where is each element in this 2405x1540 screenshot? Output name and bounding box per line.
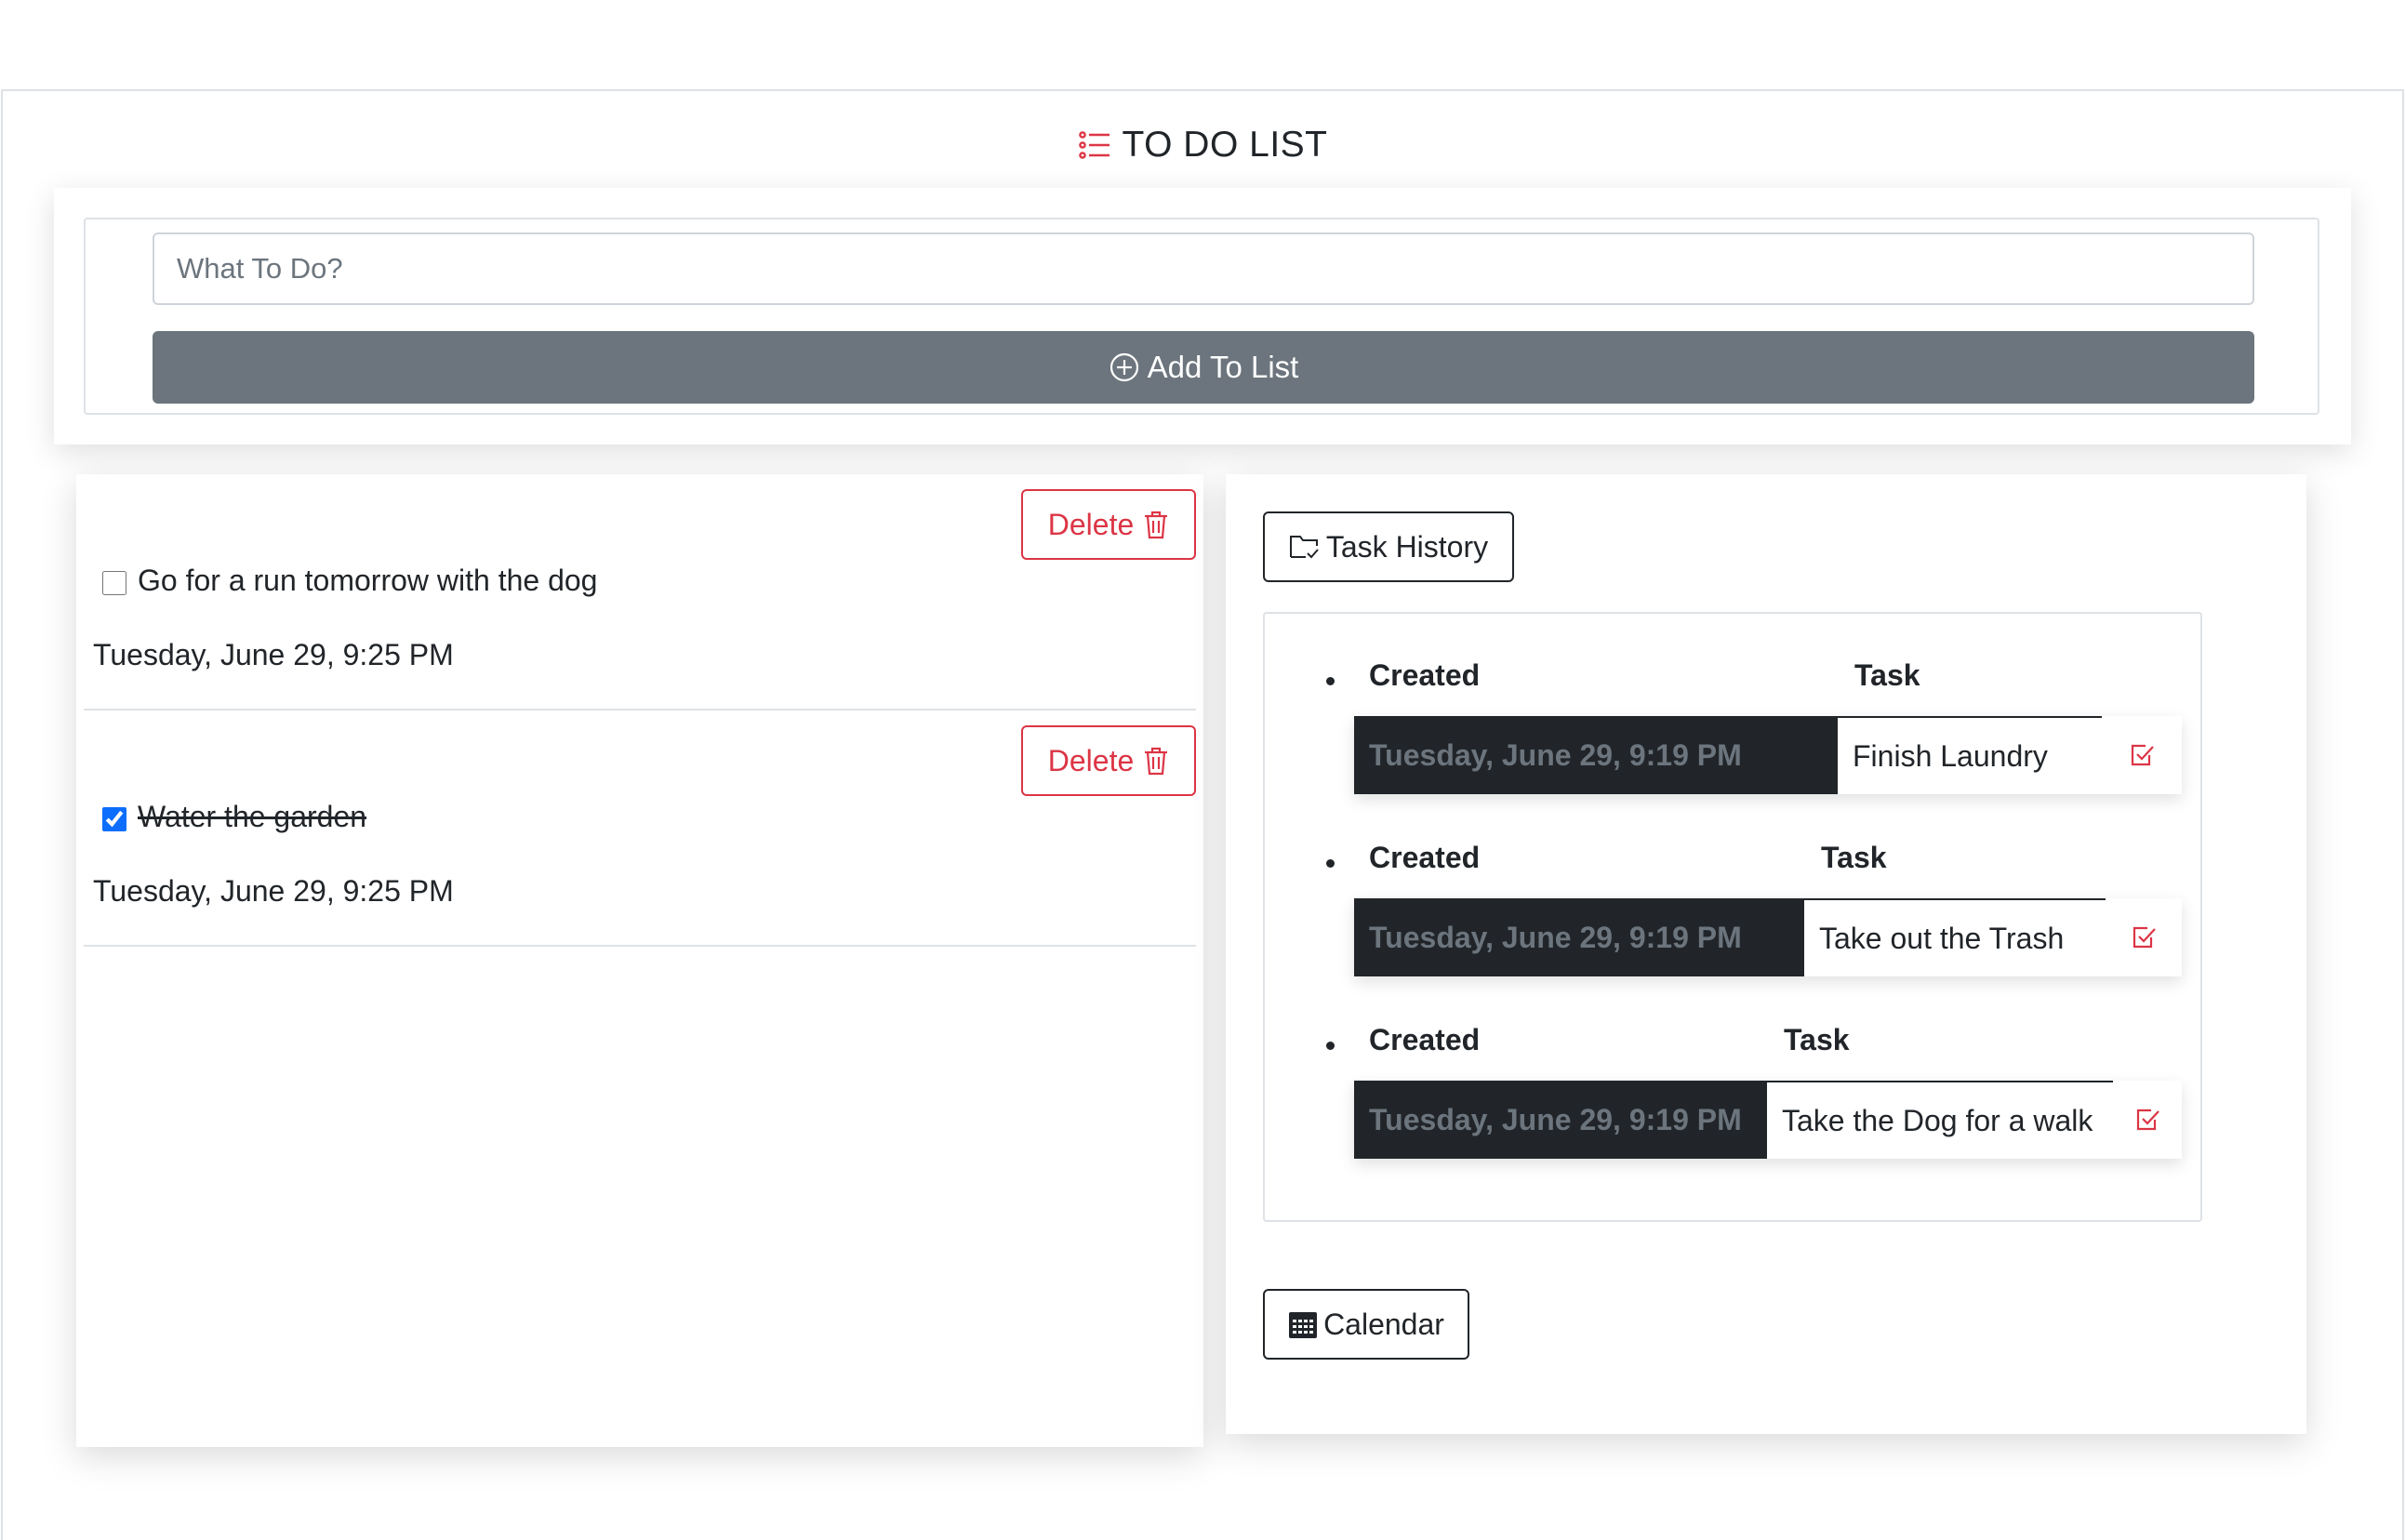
add-to-list-button[interactable]: Add To List bbox=[153, 331, 2254, 404]
created-header: Created bbox=[1369, 1023, 1481, 1056]
history-row: Tuesday, June 29, 9:19 PM Take the Dog f… bbox=[1354, 1081, 2182, 1159]
add-task-panel: Add To List bbox=[54, 188, 2351, 445]
history-task: Take out the Trash bbox=[1804, 898, 2106, 976]
task-date: Tuesday, June 29, 9:25 PM bbox=[93, 874, 454, 908]
task-checkbox[interactable] bbox=[102, 807, 126, 831]
history-entry: Created Task Tuesday, June 29, 9:19 PM T… bbox=[1265, 796, 2204, 976]
page-title: TO DO LIST bbox=[0, 119, 2405, 171]
task-list: Delete Go for a run tomorrow with the do… bbox=[76, 474, 1203, 1447]
task-checkbox[interactable] bbox=[102, 571, 126, 595]
history-created: Tuesday, June 29, 9:19 PM bbox=[1354, 1081, 1767, 1159]
task-item: Delete Water the garden Tuesday, June 29… bbox=[84, 710, 1196, 947]
trash-icon bbox=[1143, 510, 1169, 539]
todo-input[interactable] bbox=[153, 232, 2254, 305]
folder-check-icon bbox=[1289, 533, 1321, 561]
calendar-icon bbox=[1288, 1309, 1318, 1339]
delete-label: Delete bbox=[1047, 743, 1135, 777]
history-created: Tuesday, June 29, 9:19 PM bbox=[1354, 898, 1804, 976]
task-text: Go for a run tomorrow with the dog bbox=[138, 564, 598, 597]
check-square-icon[interactable] bbox=[2113, 1081, 2182, 1159]
history-created: Tuesday, June 29, 9:19 PM bbox=[1354, 716, 1838, 794]
created-header: Created bbox=[1369, 658, 1481, 692]
task-header: Task bbox=[1854, 658, 1920, 692]
bullet bbox=[1326, 677, 1335, 685]
delete-button[interactable]: Delete bbox=[1021, 489, 1196, 560]
history-row: Tuesday, June 29, 9:19 PM Take out the T… bbox=[1354, 898, 2182, 976]
history-entry: Created Task Tuesday, June 29, 9:19 PM F… bbox=[1265, 614, 2204, 794]
check-square-icon[interactable] bbox=[2102, 716, 2182, 794]
history-task: Take the Dog for a walk bbox=[1767, 1081, 2113, 1159]
task-date: Tuesday, June 29, 9:25 PM bbox=[93, 638, 454, 671]
created-header: Created bbox=[1369, 841, 1481, 874]
history-list: Created Task Tuesday, June 29, 9:19 PM F… bbox=[1263, 612, 2202, 1222]
task-text: Water the garden bbox=[138, 800, 367, 833]
add-task-form: Add To List bbox=[84, 218, 2319, 415]
calendar-button[interactable]: Calendar bbox=[1263, 1289, 1469, 1360]
add-to-list-label: Add To List bbox=[1147, 350, 1299, 384]
calendar-label: Calendar bbox=[1323, 1307, 1444, 1341]
task-history-button[interactable]: Task History bbox=[1263, 511, 1514, 582]
plus-circle-icon bbox=[1109, 352, 1140, 383]
trash-icon bbox=[1143, 746, 1169, 776]
check-square-icon[interactable] bbox=[2106, 898, 2182, 976]
history-panel: Task History Created Task Tuesday, June … bbox=[1226, 474, 2306, 1434]
history-task: Finish Laundry bbox=[1838, 716, 2102, 794]
history-entry: Created Task Tuesday, June 29, 9:19 PM T… bbox=[1265, 978, 2204, 1159]
task-item: Delete Go for a run tomorrow with the do… bbox=[84, 474, 1196, 710]
history-row: Tuesday, June 29, 9:19 PM Finish Laundry bbox=[1354, 716, 2182, 794]
delete-label: Delete bbox=[1047, 507, 1135, 541]
bullet bbox=[1326, 859, 1335, 868]
task-history-label: Task History bbox=[1325, 529, 1489, 564]
task-header: Task bbox=[1784, 1023, 1850, 1056]
page-title-text: TO DO LIST bbox=[1122, 125, 1328, 165]
bullet bbox=[1326, 1042, 1335, 1050]
delete-button[interactable]: Delete bbox=[1021, 725, 1196, 796]
list-icon bbox=[1078, 129, 1111, 161]
task-header: Task bbox=[1821, 841, 1887, 874]
